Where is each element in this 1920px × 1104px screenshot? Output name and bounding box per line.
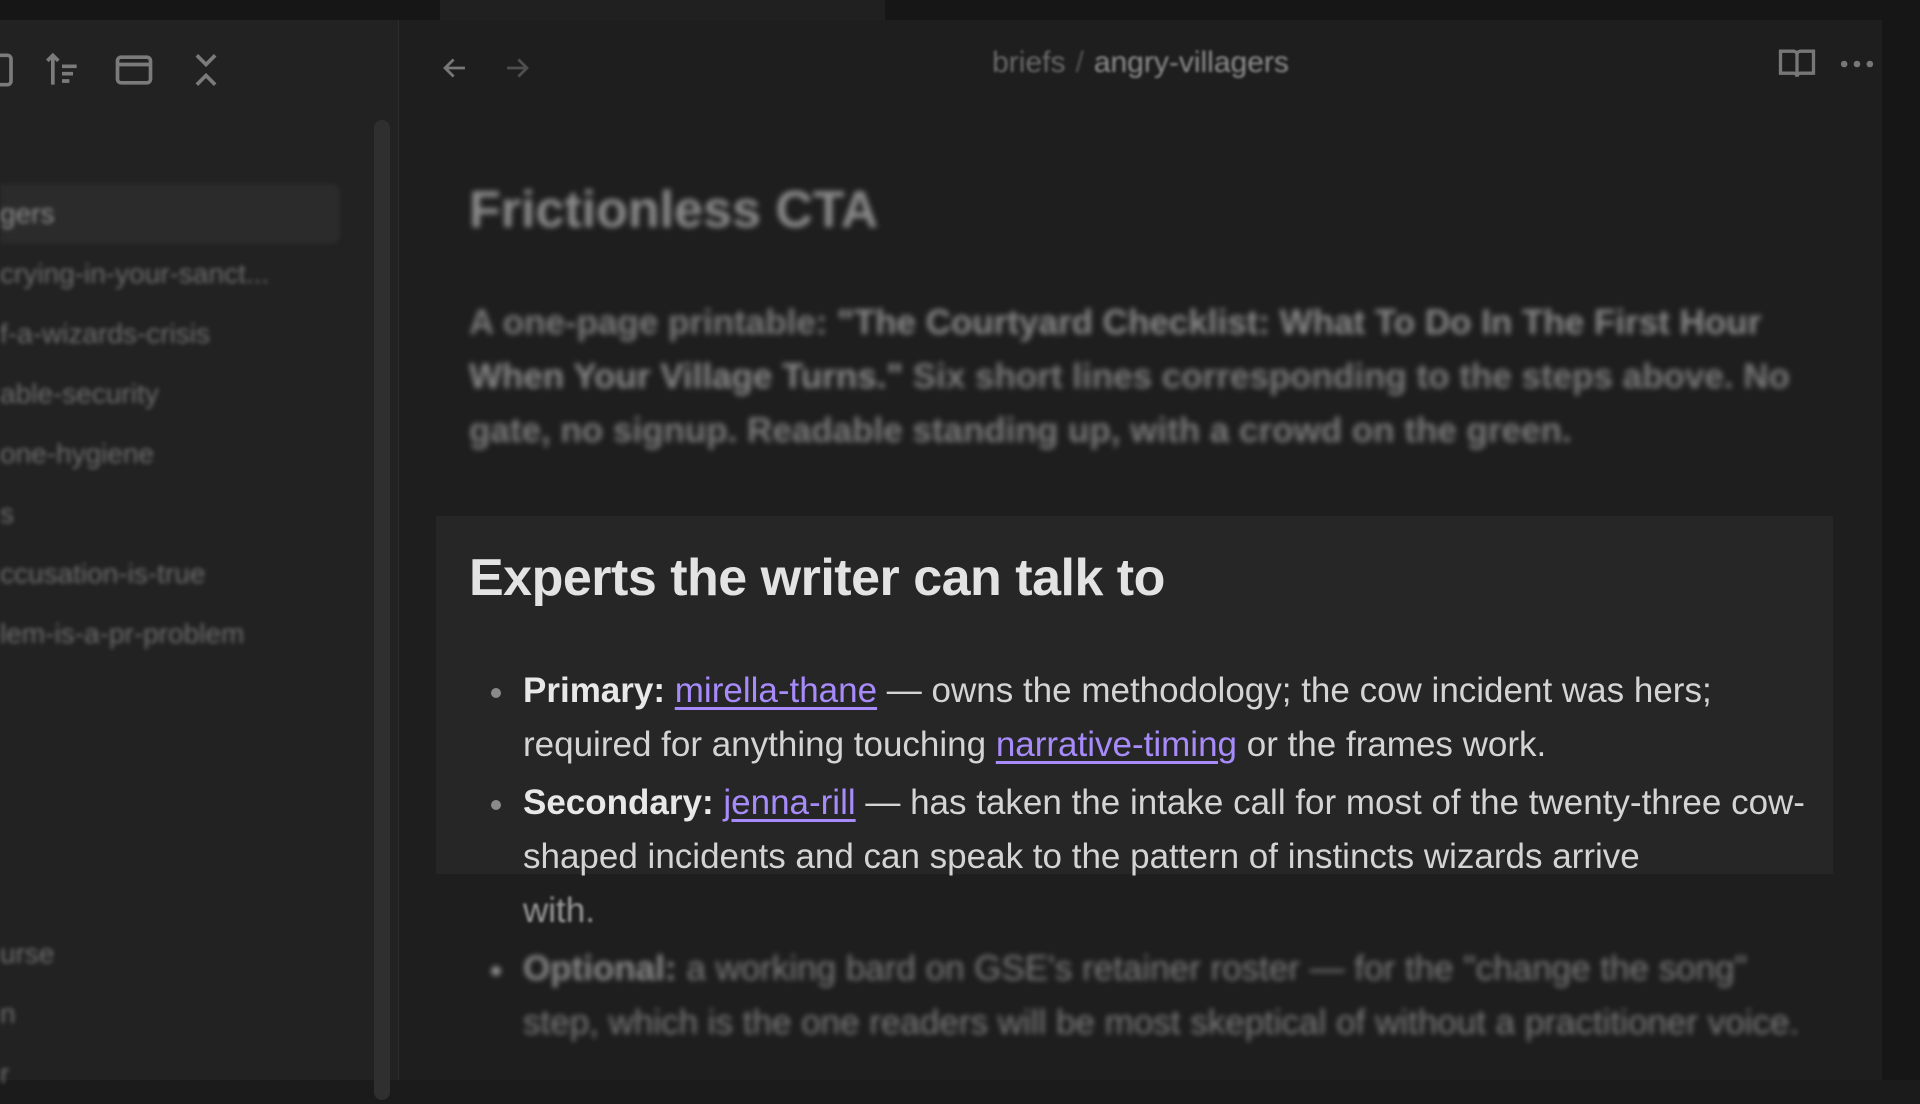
sidebar-file-item[interactable]: able-security [0, 364, 340, 424]
sort-icon[interactable] [40, 48, 84, 92]
heading-frictionless-cta: Frictionless CTA [469, 181, 879, 239]
sidebar-file-item[interactable]: urse [0, 924, 340, 984]
experts-list: Primary: mirella-thane — owns the method… [469, 664, 1809, 1054]
breadcrumb-separator: / [1075, 46, 1084, 79]
link-jenna-rill[interactable]: jenna-rill [723, 783, 855, 822]
breadcrumb: briefs / angry-villagers [399, 46, 1882, 80]
secondary-tail: with. [523, 891, 595, 930]
new-note-icon[interactable] [0, 48, 22, 92]
tab-active[interactable] [440, 0, 885, 20]
sidebar-file-item[interactable]: lem-is-a-pr-problem [0, 604, 340, 664]
sidebar-file-item[interactable]: ccusation-is-true [0, 544, 340, 604]
collapse-view-icon[interactable] [112, 48, 156, 92]
sidebar-file-item[interactable]: one-hygiene [0, 424, 340, 484]
link-mirella-thane[interactable]: mirella-thane [675, 671, 877, 710]
sidebar-file-item[interactable]: gers [0, 184, 340, 244]
sidebar-file-item[interactable]: r [0, 1044, 340, 1104]
sidebar-file-item[interactable]: crying-in-your-sanct... [0, 244, 340, 304]
sidebar-file-item[interactable]: n [0, 984, 340, 1044]
breadcrumb-folder[interactable]: briefs [992, 46, 1065, 79]
cta-lead: A one-page printable: [469, 303, 838, 342]
list-item-optional: Optional: a working bard on GSE's retain… [469, 942, 1809, 1050]
sidebar-file-item[interactable]: s [0, 484, 340, 544]
heading-experts: Experts the writer can talk to [469, 549, 1165, 607]
sidebar-scrollbar[interactable] [374, 120, 390, 1100]
cta-paragraph: A one-page printable: "The Courtyard Che… [469, 296, 1799, 458]
file-list-bottom: urse n r [0, 924, 340, 1104]
secondary-label: Secondary: [523, 783, 714, 822]
optional-label: Optional: [523, 949, 677, 988]
breadcrumb-file[interactable]: angry-villagers [1094, 46, 1289, 79]
book-open-icon[interactable] [1775, 42, 1827, 94]
file-explorer-toolbar [0, 20, 398, 116]
file-explorer-sidebar: gers crying-in-your-sanct... f-a-wizards-c… [0, 20, 399, 1100]
collapse-all-icon[interactable] [184, 48, 228, 92]
sidebar-file-item[interactable]: f-a-wizards-crisis [0, 304, 340, 364]
tab-bar [0, 0, 1920, 20]
list-item-secondary: Secondary: jenna-rill — has taken the in… [469, 776, 1809, 938]
optional-text: a working bard on GSE's retainer roster … [523, 949, 1800, 1042]
right-edge [1882, 20, 1920, 1080]
more-horizontal-icon[interactable] [1835, 42, 1887, 94]
primary-label: Primary: [523, 671, 666, 710]
file-list: gers crying-in-your-sanct... f-a-wizards-c… [0, 184, 340, 664]
primary-text-2: or the frames work. [1237, 725, 1547, 764]
list-item-primary: Primary: mirella-thane — owns the method… [469, 664, 1809, 772]
link-narrative-timing[interactable]: narrative-timing [996, 725, 1237, 764]
secondary-text: — has taken the intake call for most of … [523, 783, 1805, 876]
